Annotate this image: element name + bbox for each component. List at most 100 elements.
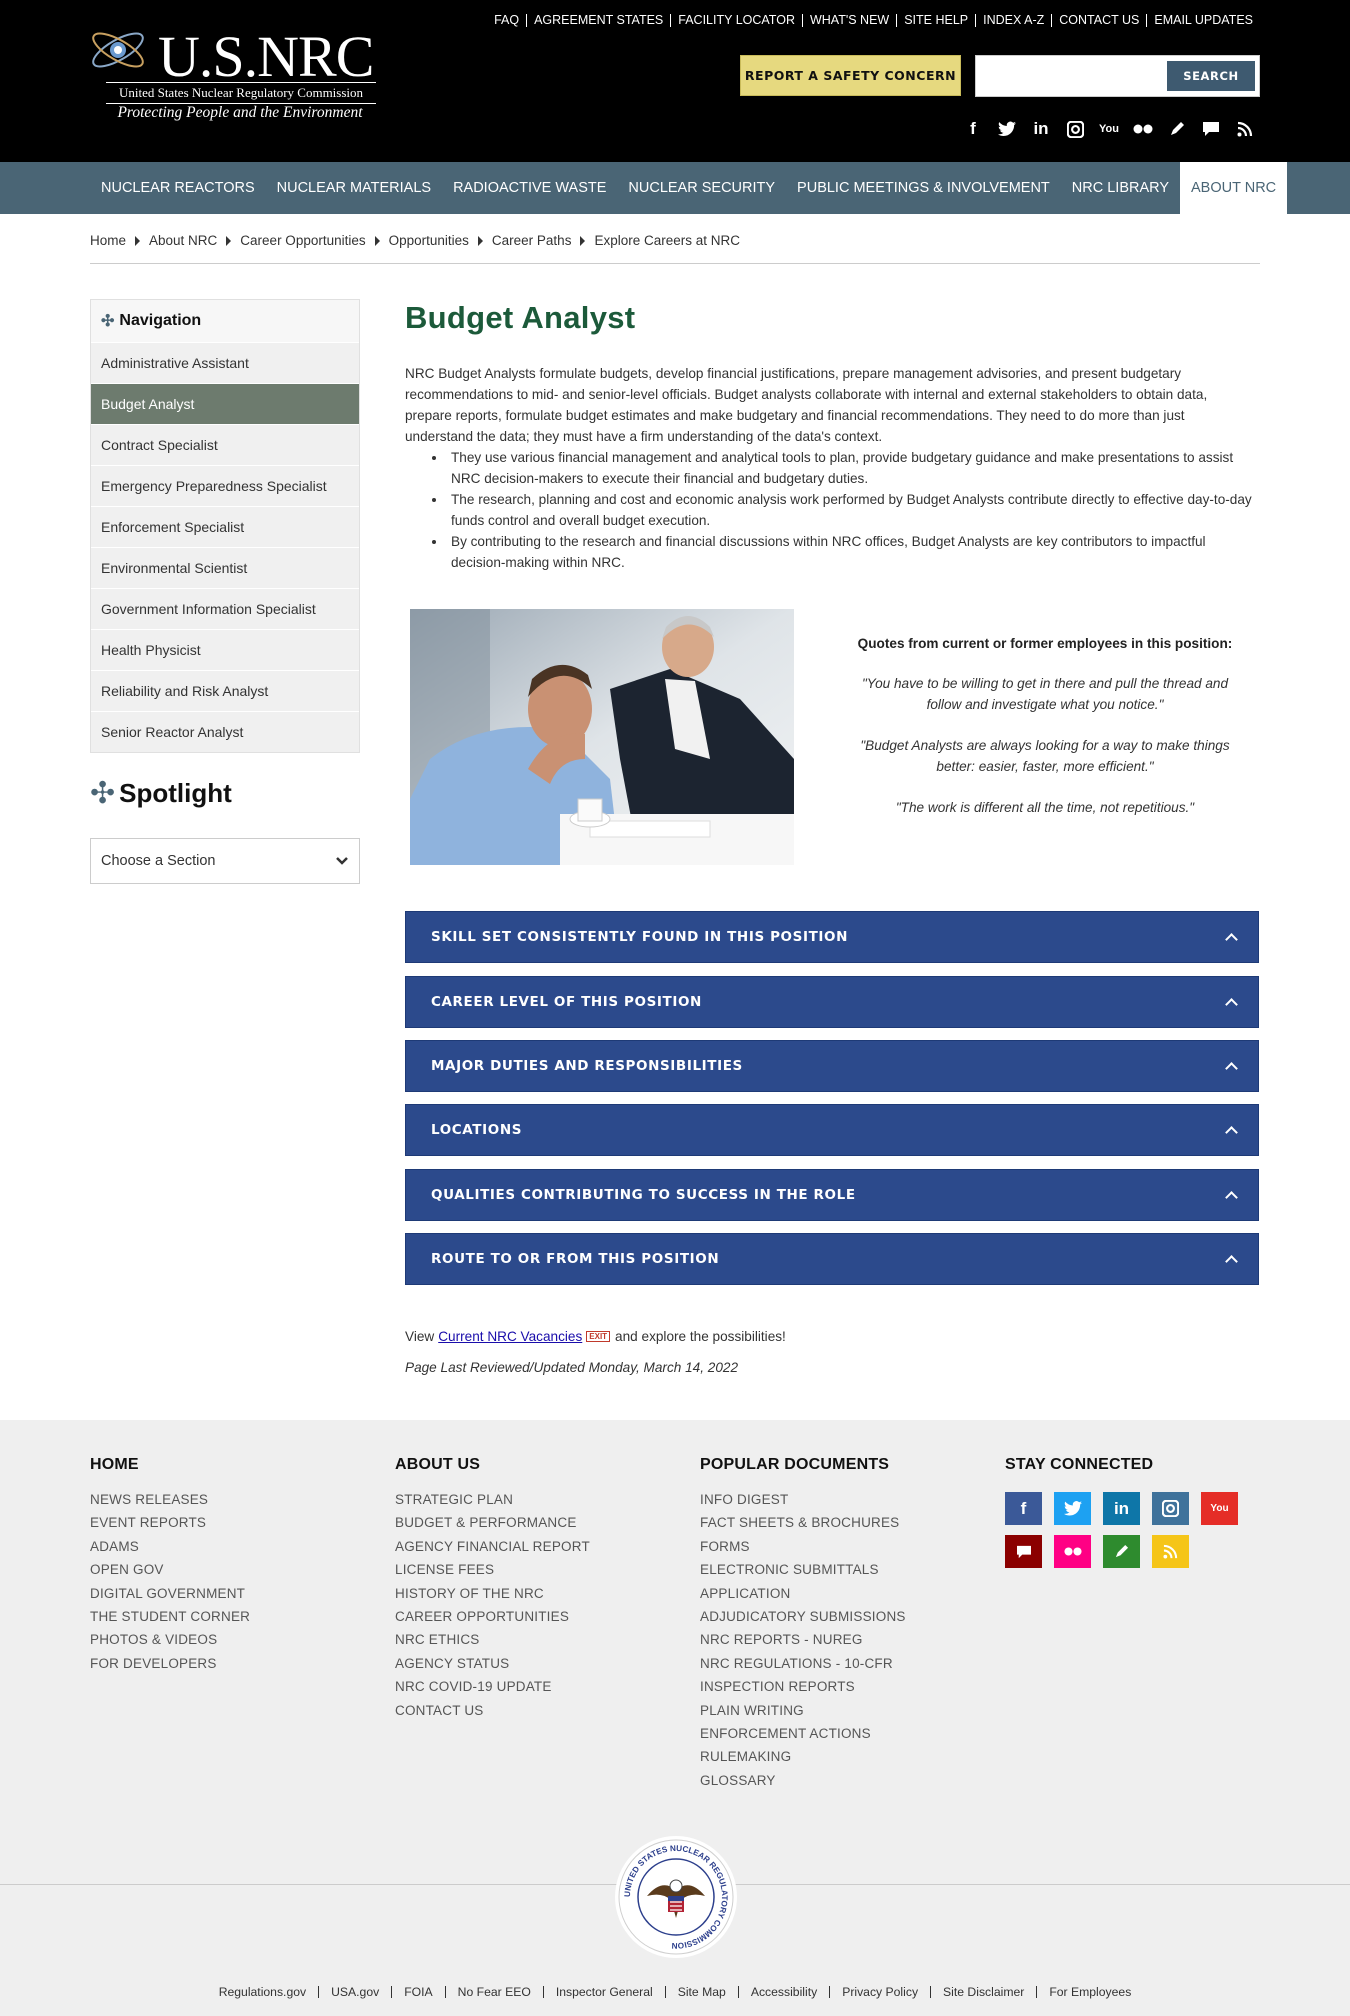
footer-link[interactable]: NRC REGULATIONS - 10-CFR xyxy=(700,1652,906,1675)
footer-bottom-link[interactable]: Site Map xyxy=(664,1986,738,1998)
footer-link[interactable]: APPLICATION xyxy=(700,1582,906,1605)
accordion-career-level[interactable]: CAREER LEVEL OF THIS POSITION xyxy=(405,976,1259,1028)
twitter-icon[interactable] xyxy=(994,116,1020,142)
nav-public-meetings[interactable]: PUBLIC MEETINGS & INVOLVEMENT xyxy=(786,162,1061,214)
footer-link[interactable]: PLAIN WRITING xyxy=(700,1699,906,1722)
nav-nrc-library[interactable]: NRC LIBRARY xyxy=(1061,162,1180,214)
search-button[interactable]: SEARCH xyxy=(1167,61,1255,91)
nav-radioactive-waste[interactable]: RADIOACTIVE WASTE xyxy=(442,162,617,214)
accordion-route[interactable]: ROUTE TO OR FROM THIS POSITION xyxy=(405,1233,1259,1285)
utility-link-faq[interactable]: FAQ xyxy=(487,14,526,27)
footer-link[interactable]: ENFORCEMENT ACTIONS xyxy=(700,1722,906,1745)
footer-link[interactable]: ELECTRONIC SUBMITTALS xyxy=(700,1558,906,1581)
facebook-icon[interactable]: f xyxy=(1005,1492,1042,1525)
footer-link[interactable]: NRC ETHICS xyxy=(395,1628,590,1651)
nav-nuclear-materials[interactable]: NUCLEAR MATERIALS xyxy=(266,162,442,214)
nav-about-nrc[interactable]: ABOUT NRC xyxy=(1180,162,1288,214)
footer-link[interactable]: DIGITAL GOVERNMENT xyxy=(90,1582,250,1605)
utility-link-facility-locator[interactable]: FACILITY LOCATOR xyxy=(670,14,802,27)
utility-link-index[interactable]: INDEX A-Z xyxy=(975,14,1051,27)
report-safety-concern-button[interactable]: REPORT A SAFETY CONCERN xyxy=(740,55,961,96)
breadcrumb-home[interactable]: Home xyxy=(90,233,126,248)
footer-link[interactable]: PHOTOS & VIDEOS xyxy=(90,1628,250,1651)
linkedin-icon[interactable]: in xyxy=(1103,1492,1140,1525)
footer-link[interactable]: EVENT REPORTS xyxy=(90,1511,250,1534)
accordion-locations[interactable]: LOCATIONS xyxy=(405,1104,1259,1156)
sidebar-item-emergency-preparedness[interactable]: Emergency Preparedness Specialist xyxy=(91,465,359,506)
footer-bottom-link[interactable]: USA.gov xyxy=(318,1986,391,1998)
footer-link[interactable]: RULEMAKING xyxy=(700,1745,906,1768)
footer-link[interactable]: THE STUDENT CORNER xyxy=(90,1605,250,1628)
footer-link[interactable]: NRC COVID-19 UPDATE xyxy=(395,1675,590,1698)
nav-nuclear-reactors[interactable]: NUCLEAR REACTORS xyxy=(90,162,266,214)
nrc-logo[interactable]: U.S.NRC United States Nuclear Regulatory… xyxy=(88,18,376,128)
sidebar-item-contract-specialist[interactable]: Contract Specialist xyxy=(91,424,359,465)
utility-link-email-updates[interactable]: EMAIL UPDATES xyxy=(1146,14,1260,27)
footer-link[interactable]: STRATEGIC PLAN xyxy=(395,1488,590,1511)
utility-link-site-help[interactable]: SITE HELP xyxy=(896,14,975,27)
utility-link-whats-new[interactable]: WHAT'S NEW xyxy=(801,14,896,27)
footer-link[interactable]: ADJUDICATORY SUBMISSIONS xyxy=(700,1605,906,1628)
facebook-icon[interactable]: f xyxy=(960,116,986,142)
twitter-icon[interactable] xyxy=(1054,1492,1091,1525)
breadcrumb-career-opportunities[interactable]: Career Opportunities xyxy=(240,233,365,248)
footer-link[interactable]: CAREER OPPORTUNITIES xyxy=(395,1605,590,1628)
rss-icon[interactable] xyxy=(1152,1535,1189,1568)
rss-icon[interactable] xyxy=(1232,116,1258,142)
breadcrumb-opportunities[interactable]: Opportunities xyxy=(389,233,469,248)
instagram-icon[interactable] xyxy=(1062,116,1088,142)
footer-link[interactable]: OPEN GOV xyxy=(90,1558,250,1581)
sidebar-item-government-information[interactable]: Government Information Specialist xyxy=(91,588,359,629)
search-input[interactable] xyxy=(980,62,1160,90)
footer-link[interactable]: FOR DEVELOPERS xyxy=(90,1652,250,1675)
footer-link[interactable]: BUDGET & PERFORMANCE xyxy=(395,1511,590,1534)
footer-link[interactable]: LICENSE FEES xyxy=(395,1558,590,1581)
sidebar-item-senior-reactor-analyst[interactable]: Senior Reactor Analyst xyxy=(91,711,359,752)
footer-link[interactable]: ADAMS xyxy=(90,1535,250,1558)
utility-link-agreement-states[interactable]: AGREEMENT STATES xyxy=(526,14,670,27)
blog-icon[interactable] xyxy=(1164,116,1190,142)
sidebar-item-reliability-risk-analyst[interactable]: Reliability and Risk Analyst xyxy=(91,670,359,711)
breadcrumb-about-nrc[interactable]: About NRC xyxy=(149,233,217,248)
footer-link[interactable]: CONTACT US xyxy=(395,1699,590,1722)
breadcrumb-career-paths[interactable]: Career Paths xyxy=(492,233,572,248)
blog-icon[interactable] xyxy=(1103,1535,1140,1568)
accordion-qualities[interactable]: QUALITIES CONTRIBUTING TO SUCCESS IN THE… xyxy=(405,1169,1259,1221)
footer-link[interactable]: INFO DIGEST xyxy=(700,1488,906,1511)
chat-icon[interactable] xyxy=(1198,116,1224,142)
utility-link-contact[interactable]: CONTACT US xyxy=(1051,14,1146,27)
flickr-icon[interactable] xyxy=(1054,1535,1091,1568)
footer-link[interactable]: AGENCY STATUS xyxy=(395,1652,590,1675)
footer-link[interactable]: FORMS xyxy=(700,1535,906,1558)
instagram-icon[interactable] xyxy=(1152,1492,1189,1525)
chat-icon[interactable] xyxy=(1005,1535,1042,1568)
sidebar-item-budget-analyst[interactable]: Budget Analyst xyxy=(91,383,359,424)
footer-bottom-link[interactable]: No Fear EEO xyxy=(444,1986,543,1998)
linkedin-icon[interactable]: in xyxy=(1028,116,1054,142)
footer-bottom-link[interactable]: Inspector General xyxy=(542,1986,665,1998)
footer-bottom-link[interactable]: Privacy Policy xyxy=(829,1986,930,1998)
sidebar-item-health-physicist[interactable]: Health Physicist xyxy=(91,629,359,670)
footer-bottom-link[interactable]: For Employees xyxy=(1036,1986,1143,1998)
footer-bottom-link[interactable]: FOIA xyxy=(391,1986,444,1998)
sidebar-item-administrative-assistant[interactable]: Administrative Assistant xyxy=(91,342,359,383)
sidebar-item-environmental-scientist[interactable]: Environmental Scientist xyxy=(91,547,359,588)
current-vacancies-link[interactable]: Current NRC Vacancies xyxy=(438,1329,582,1344)
footer-link[interactable]: INSPECTION REPORTS xyxy=(700,1675,906,1698)
flickr-icon[interactable] xyxy=(1130,116,1156,142)
footer-link[interactable]: NRC REPORTS - NUREG xyxy=(700,1628,906,1651)
footer-link[interactable]: GLOSSARY xyxy=(700,1769,906,1792)
nav-nuclear-security[interactable]: NUCLEAR SECURITY xyxy=(617,162,786,214)
footer-bottom-link[interactable]: Regulations.gov xyxy=(207,1986,318,1998)
accordion-skill-set[interactable]: SKILL SET CONSISTENTLY FOUND IN THIS POS… xyxy=(405,911,1259,963)
footer-link[interactable]: HISTORY OF THE NRC xyxy=(395,1582,590,1605)
footer-bottom-link[interactable]: Accessibility xyxy=(737,1986,829,1998)
sidebar-item-enforcement-specialist[interactable]: Enforcement Specialist xyxy=(91,506,359,547)
footer-link[interactable]: AGENCY FINANCIAL REPORT xyxy=(395,1535,590,1558)
youtube-icon[interactable]: You xyxy=(1096,116,1122,142)
accordion-major-duties[interactable]: MAJOR DUTIES AND RESPONSIBILITIES xyxy=(405,1040,1259,1092)
footer-link[interactable]: NEWS RELEASES xyxy=(90,1488,250,1511)
youtube-icon[interactable]: You xyxy=(1201,1492,1238,1525)
footer-link[interactable]: FACT SHEETS & BROCHURES xyxy=(700,1511,906,1534)
footer-bottom-link[interactable]: Site Disclaimer xyxy=(930,1986,1036,1998)
